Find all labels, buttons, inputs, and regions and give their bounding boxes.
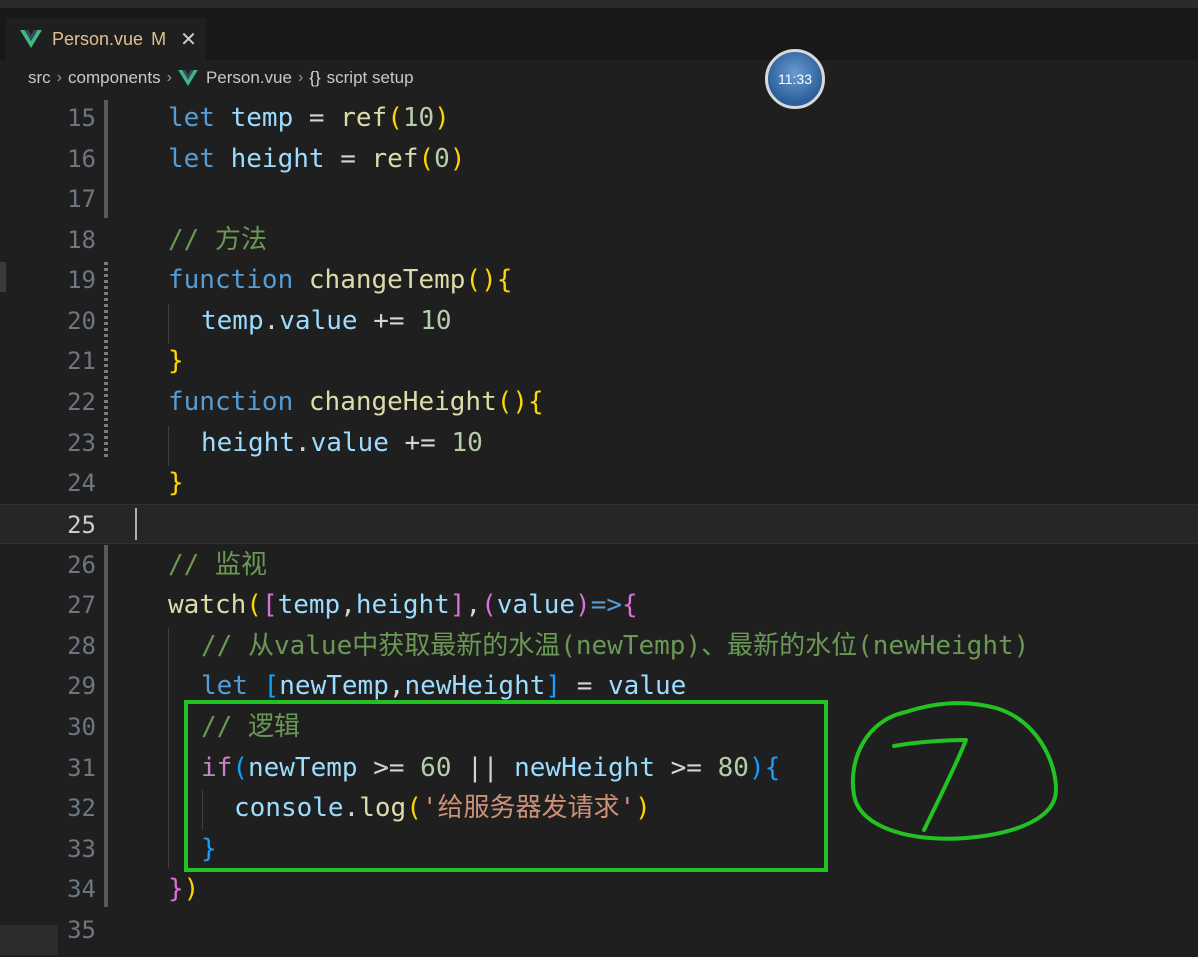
text-cursor <box>135 508 137 540</box>
line-number: 26 <box>67 551 96 579</box>
line-number: 22 <box>67 388 96 416</box>
code-line[interactable]: 34 }) <box>0 869 1198 909</box>
code-line[interactable]: 16 let height = ref(0) <box>0 139 1198 179</box>
breadcrumb-script-setup[interactable]: script setup <box>327 68 414 88</box>
panel-edge <box>0 262 6 292</box>
panel-edge <box>0 925 58 955</box>
tab-bar: Person.vue M ✕ <box>0 8 1198 60</box>
line-number: 15 <box>67 104 96 132</box>
line-number: 17 <box>67 185 96 213</box>
close-icon[interactable]: ✕ <box>180 27 197 52</box>
tab-person-vue[interactable]: Person.vue M ✕ <box>6 18 206 60</box>
code-line[interactable]: 18 // 方法 <box>0 220 1198 260</box>
line-number: 20 <box>67 307 96 335</box>
code-line[interactable]: 27 watch([temp,height],(value)=>{ <box>0 585 1198 625</box>
code-line[interactable]: 21 } <box>0 341 1198 381</box>
code-line[interactable]: 26 // 监视 <box>0 545 1198 585</box>
line-number: 25 <box>67 511 96 539</box>
line-number: 31 <box>67 754 96 782</box>
code-line[interactable]: 24 } <box>0 463 1198 503</box>
line-number: 18 <box>67 226 96 254</box>
modified-indicator: M <box>151 28 167 49</box>
line-number: 27 <box>67 591 96 619</box>
breadcrumb-src[interactable]: src <box>28 68 51 88</box>
line-number: 28 <box>67 632 96 660</box>
line-number: 21 <box>67 347 96 375</box>
chevron-right-icon: › <box>297 69 304 86</box>
code-line[interactable]: 19 function changeTemp(){ <box>0 260 1198 300</box>
code-line[interactable]: 20 temp.value += 10 <box>0 301 1198 341</box>
line-number: 24 <box>67 469 96 497</box>
vue-icon <box>178 70 198 86</box>
line-number: 23 <box>67 429 96 457</box>
code-line[interactable]: 23 height.value += 10 <box>0 423 1198 463</box>
tab-label: Person.vue <box>52 28 144 49</box>
line-number: 30 <box>67 713 96 741</box>
line-number: 16 <box>67 145 96 173</box>
code-line[interactable]: 22 function changeHeight(){ <box>0 382 1198 422</box>
line-number: 19 <box>67 266 96 294</box>
braces-icon: {} <box>309 68 321 87</box>
breadcrumb: src › components › Person.vue › {} scrip… <box>0 60 1198 96</box>
line-number: 33 <box>67 835 96 863</box>
line-number: 29 <box>67 672 96 700</box>
code-line[interactable]: 35 <box>0 910 1198 950</box>
vue-icon <box>20 30 42 48</box>
green-highlight-box <box>184 700 828 872</box>
chevron-right-icon: › <box>166 69 172 86</box>
breadcrumb-file[interactable]: Person.vue <box>206 68 292 88</box>
line-number: 32 <box>67 794 96 822</box>
chevron-right-icon: › <box>56 69 62 86</box>
code-line[interactable]: 15 let temp = ref(10) <box>0 98 1198 138</box>
line-number: 34 <box>67 875 96 903</box>
handwritten-annotation <box>850 701 1059 841</box>
code-line[interactable]: 17 <box>0 179 1198 219</box>
breadcrumb-components[interactable]: components <box>68 68 161 88</box>
clock-time: 11:33 <box>778 71 812 87</box>
current-line[interactable]: 25 <box>0 504 1198 544</box>
window-top-strip <box>0 0 1198 8</box>
code-line[interactable]: 28 // 从value中获取最新的水温(newTemp)、最新的水位(newH… <box>0 626 1198 666</box>
